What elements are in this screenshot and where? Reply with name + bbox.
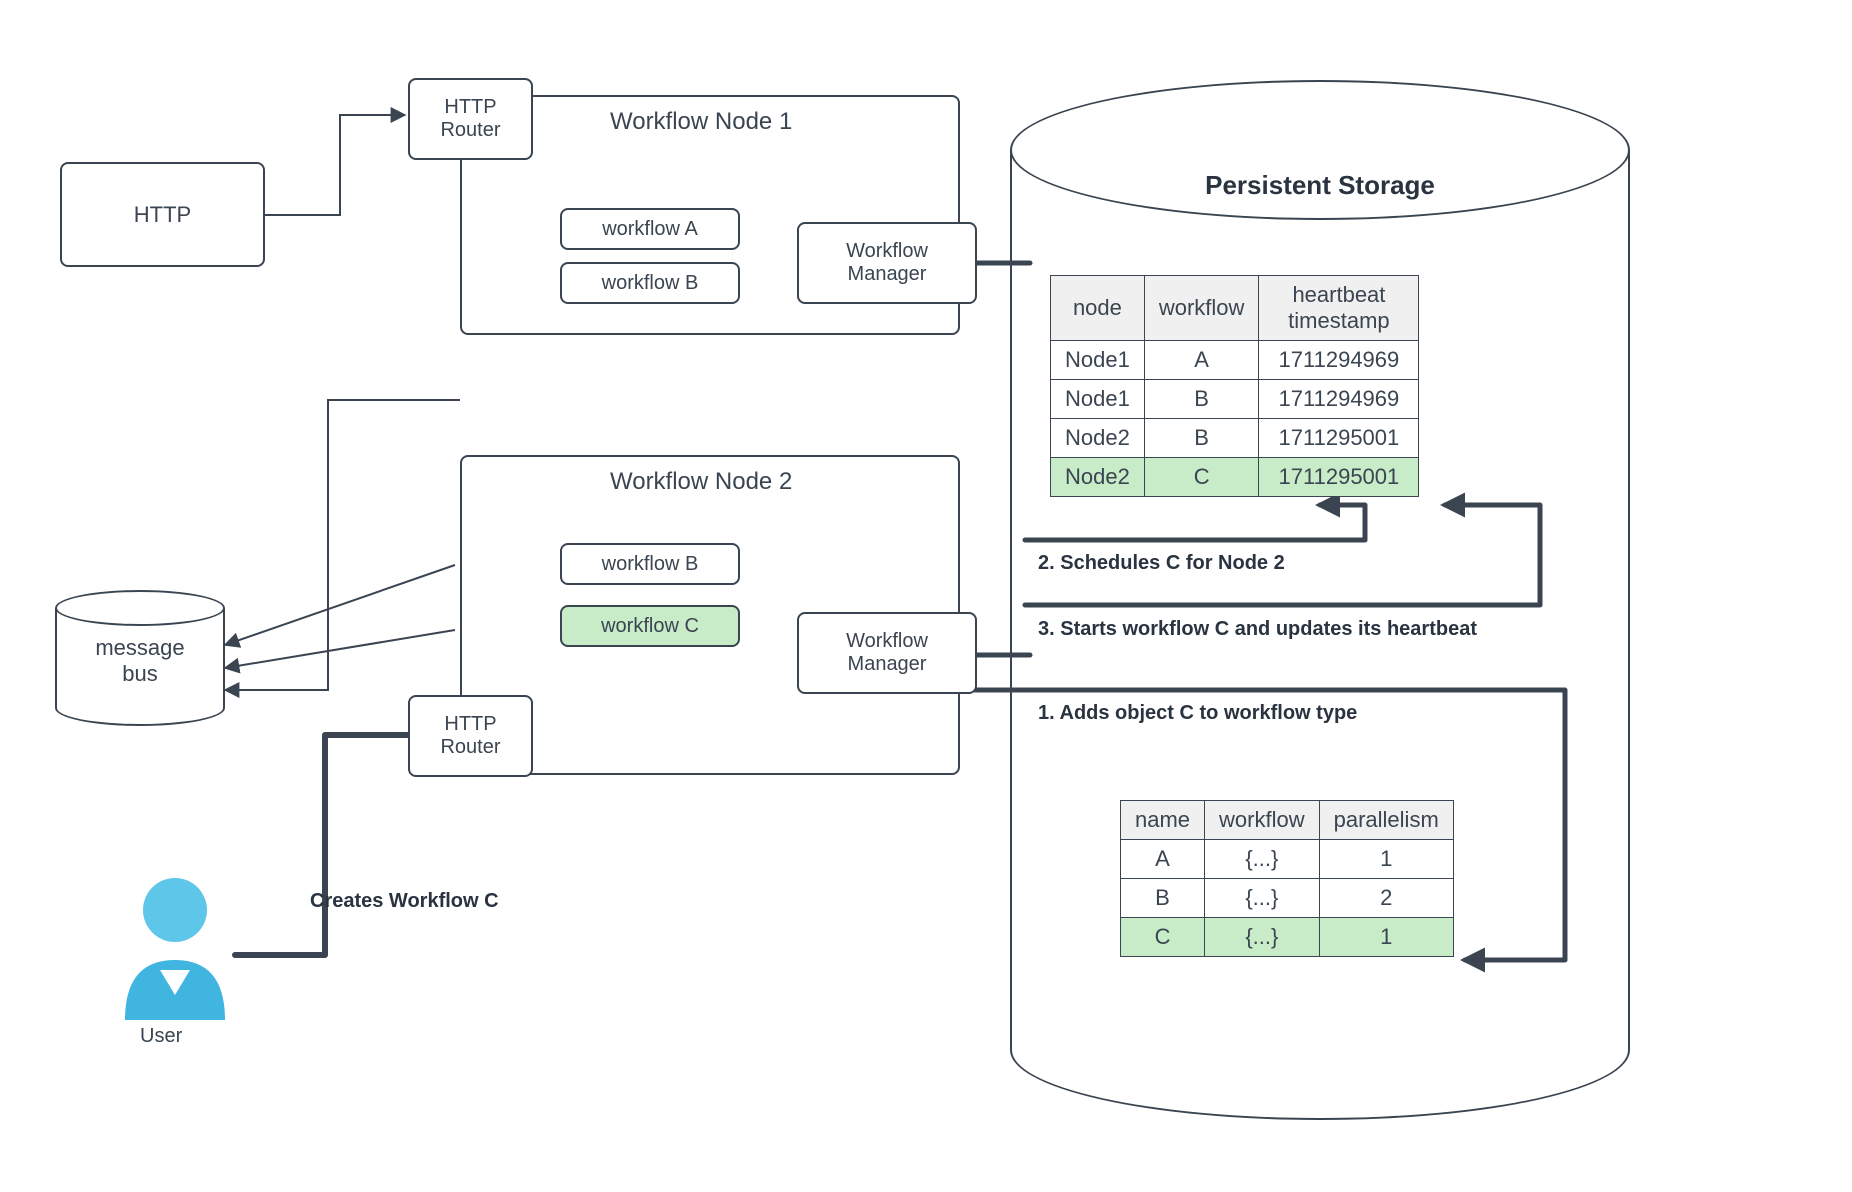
wm2-label: Workflow Manager	[846, 630, 928, 676]
annotation-step2: 2. Schedules C for Node 2	[1038, 552, 1285, 575]
node1-wf-b-label: workflow B	[602, 272, 699, 295]
t2-h2: parallelism	[1319, 801, 1453, 840]
http-label: HTTP	[134, 202, 191, 228]
node2-wf-c-label: workflow C	[601, 615, 699, 638]
node1-workflow-a: workflow A	[560, 208, 740, 250]
annotation-step3: 3. Starts workflow C and updates its hea…	[1038, 618, 1477, 641]
http-router-1-label: HTTP Router	[440, 96, 500, 142]
wm1-label: Workflow Manager	[846, 240, 928, 286]
message-bus-cylinder: message bus	[55, 590, 225, 725]
t1-h0: node	[1051, 276, 1145, 341]
message-bus-label: message bus	[55, 635, 225, 687]
t1-h1: workflow	[1144, 276, 1259, 341]
diagram-canvas: HTTP Workflow Node 1 HTTP Router workflo…	[0, 0, 1852, 1192]
http-router-2: HTTP Router	[408, 695, 533, 777]
annotation-create: Creates Workflow C	[310, 890, 499, 913]
table-row: Node1 A 1711294969	[1051, 341, 1419, 380]
node2-workflow-c: workflow C	[560, 605, 740, 647]
node1-workflow-b: workflow B	[560, 262, 740, 304]
table-row: A {...} 1	[1121, 840, 1454, 879]
table-row: B {...} 2	[1121, 879, 1454, 918]
t2-h0: name	[1121, 801, 1205, 840]
node2-workflow-b: workflow B	[560, 543, 740, 585]
node2-title: Workflow Node 2	[610, 468, 792, 496]
annotation-step1: 1. Adds object C to workflow type	[1038, 702, 1357, 725]
http-box: HTTP	[60, 162, 265, 267]
table-row-highlighted: Node2 C 1711295001	[1051, 458, 1419, 497]
workflow-manager-2: Workflow Manager	[797, 612, 977, 694]
t2-h1: workflow	[1205, 801, 1320, 840]
table-row: Node1 B 1711294969	[1051, 380, 1419, 419]
user-label: User	[140, 1025, 182, 1048]
node1-wf-a-label: workflow A	[602, 218, 698, 241]
table-row-highlighted: C {...} 1	[1121, 918, 1454, 957]
workflow-manager-1: Workflow Manager	[797, 222, 977, 304]
heartbeat-table: node workflow heartbeat timestamp Node1 …	[1050, 275, 1419, 497]
node2-wf-b-label: workflow B	[602, 553, 699, 576]
storage-title: Persistent Storage	[1010, 170, 1630, 201]
user-icon	[110, 870, 240, 1025]
node1-title: Workflow Node 1	[610, 108, 792, 136]
http-router-2-label: HTTP Router	[440, 713, 500, 759]
t1-h2: heartbeat timestamp	[1259, 276, 1419, 341]
table-row: Node2 B 1711295001	[1051, 419, 1419, 458]
workflow-type-table: name workflow parallelism A {...} 1 B {.…	[1120, 800, 1454, 957]
http-router-1: HTTP Router	[408, 78, 533, 160]
